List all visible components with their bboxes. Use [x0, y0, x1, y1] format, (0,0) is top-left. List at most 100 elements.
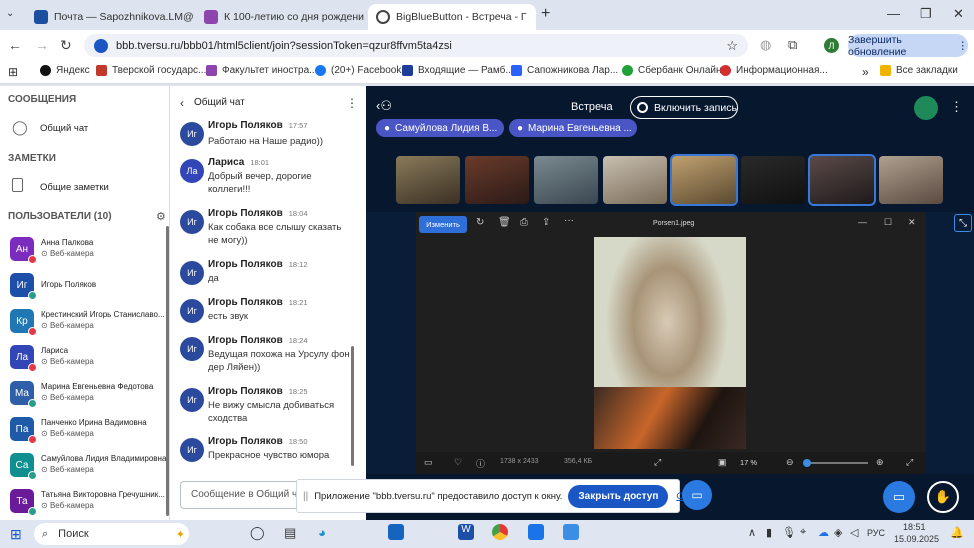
bookmark-info[interactable]: Информационная...: [720, 65, 828, 76]
raise-hand-button[interactable]: ✋: [927, 481, 959, 513]
restore-icon[interactable]: ❐: [920, 6, 932, 22]
delete-icon[interactable]: 🗑: [498, 217, 511, 228]
bookmark-rambler[interactable]: Входящие — Рамб...: [402, 65, 514, 76]
taskbar-search[interactable]: ⌕ Поиск ✦: [34, 523, 189, 545]
bookmark-faculty[interactable]: Факультет иностра...: [206, 65, 317, 76]
translate-icon[interactable]: ◍: [760, 37, 771, 53]
word-icon[interactable]: W: [458, 524, 474, 540]
chevron-left-icon[interactable]: ‹: [180, 96, 184, 110]
webcam-tile[interactable]: [879, 156, 943, 204]
drag-handle-icon[interactable]: ||: [303, 491, 308, 502]
tab-search-icon[interactable]: ⌄: [6, 8, 22, 22]
shared-notes-link[interactable]: Общие заметки: [40, 182, 109, 193]
back-icon[interactable]: ←: [8, 37, 22, 53]
clock-date[interactable]: 15.09.2025: [894, 534, 939, 544]
more-icon[interactable]: ···: [564, 215, 574, 226]
user-list-toggle-icon[interactable]: ‹⚇: [376, 98, 392, 114]
tray-chevron-icon[interactable]: ∧: [748, 526, 756, 539]
chat-scrollbar[interactable]: [351, 346, 354, 466]
tab-anniversary[interactable]: К 100-летию со дня рождени ✕: [196, 4, 364, 30]
sidebar-scrollbar[interactable]: [166, 226, 169, 516]
tab-mail[interactable]: Почта — Sapozhnikova.LM@t ✕: [26, 4, 194, 30]
options-menu-icon[interactable]: ⋮: [950, 99, 963, 115]
screenshare-fullscreen-icon[interactable]: ⤡: [954, 214, 972, 232]
webcam-tile[interactable]: [465, 156, 529, 204]
notifications-icon[interactable]: 🔔: [950, 526, 964, 539]
close-icon[interactable]: ✕: [531, 9, 536, 25]
clock-time[interactable]: 18:51: [903, 522, 926, 532]
zoom-slider[interactable]: [803, 459, 868, 467]
minimize-icon[interactable]: —: [887, 6, 900, 21]
share-screen-button[interactable]: ▭: [883, 481, 915, 513]
fullscreen-icon[interactable]: ⤢: [906, 457, 913, 468]
record-button[interactable]: Включить запись: [630, 96, 738, 119]
network-icon[interactable]: ◈: [834, 526, 842, 539]
user-item[interactable]: Ла Лариса ⊙ Веб-камера: [10, 342, 165, 372]
windows-start-icon[interactable]: ⊞: [10, 526, 22, 543]
address-bar[interactable]: bbb.tversu.ru/bbb01/html5client/join?ses…: [84, 34, 748, 57]
outlook-icon[interactable]: [388, 524, 404, 540]
webcam-tile[interactable]: [603, 156, 667, 204]
filmstrip-icon[interactable]: ▭: [424, 457, 433, 468]
zoom-level[interactable]: 17 %: [740, 458, 757, 467]
slideshow-icon[interactable]: ▣: [718, 457, 727, 468]
window-close-icon[interactable]: ✕: [953, 6, 964, 22]
input-language[interactable]: РУС: [867, 528, 885, 538]
share-icon[interactable]: ⇪: [542, 217, 550, 228]
profile-avatar[interactable]: Л: [824, 38, 839, 53]
user-item[interactable]: Ма Марина Евгеньевна Федотова ⊙ Веб-каме…: [10, 378, 165, 408]
update-button[interactable]: Завершить обновление ⋮: [848, 34, 968, 58]
extensions-icon[interactable]: ⧉: [788, 37, 797, 53]
onedrive-icon[interactable]: ☁: [818, 526, 829, 539]
fit-icon[interactable]: ⤢: [654, 457, 661, 468]
zoom-in-icon[interactable]: ⊕: [876, 457, 884, 468]
bookmark-sapozhnikova[interactable]: Сапожникова Лар...: [511, 65, 618, 76]
print-icon[interactable]: ⎙: [520, 217, 528, 228]
reload-icon[interactable]: ↻: [60, 37, 72, 54]
info-icon[interactable]: ⓘ: [476, 457, 485, 470]
apps-grid-icon[interactable]: ⊞: [8, 65, 18, 79]
mic-in-use-icon[interactable]: 🎙: [782, 526, 796, 539]
webcam-tile[interactable]: [808, 154, 876, 206]
close-icon[interactable]: ✕: [908, 217, 916, 228]
user-item[interactable]: Ан Анна Палкова ⊙ Веб-камера: [10, 234, 165, 264]
user-item[interactable]: Па Панченко Ирина Вадимовна ⊙ Веб-камера: [10, 414, 165, 444]
user-item[interactable]: Та Татьяна Викторовна Гречушник... ⊙ Веб…: [10, 486, 165, 516]
rotate-icon[interactable]: ↻: [476, 217, 484, 228]
site-info-icon[interactable]: [94, 38, 108, 53]
file-explorer-icon[interactable]: ▤: [284, 525, 296, 541]
bookmark-tversu[interactable]: Тверской государс...: [96, 65, 206, 76]
volume-icon[interactable]: ◁: [850, 526, 858, 539]
new-tab-button[interactable]: +: [541, 5, 550, 23]
webcam-tile[interactable]: [670, 154, 738, 206]
bookmark-sberbank[interactable]: Сбербанк Онлайн: [622, 65, 722, 76]
all-bookmarks[interactable]: Все закладки: [880, 65, 958, 76]
user-item[interactable]: Кр Крестинский Игорь Станиславо... ⊙ Веб…: [10, 306, 165, 336]
user-settings-gear-icon[interactable]: ⚙: [156, 210, 166, 223]
webcam-tile[interactable]: [534, 156, 598, 204]
user-item[interactable]: Иг Игорь Поляков: [10, 270, 165, 300]
favorite-heart-icon[interactable]: ♡: [454, 457, 462, 468]
chat-options-icon[interactable]: ⋮: [346, 96, 358, 110]
webcam-tile[interactable]: [741, 156, 805, 204]
app-icon[interactable]: [563, 524, 579, 540]
public-chat-link[interactable]: Общий чат: [40, 123, 88, 134]
zoom-slider-thumb[interactable]: [803, 459, 811, 467]
talking-indicator[interactable]: ● Марина Евгеньевна ...: [509, 119, 637, 137]
app-icon[interactable]: [528, 524, 544, 540]
stop-sharing-button[interactable]: Закрыть доступ: [568, 484, 669, 508]
tab-bigbluebutton[interactable]: BigBlueButton - Встреча - Г ✕: [368, 4, 536, 30]
edit-button[interactable]: Изменить: [419, 216, 467, 233]
location-icon[interactable]: ⌖: [800, 526, 806, 539]
bookmark-facebook[interactable]: (20+) Facebook: [315, 65, 401, 76]
zoom-out-icon[interactable]: ⊖: [786, 457, 794, 468]
presentation-button[interactable]: ▭: [682, 480, 712, 510]
bookmark-star-icon[interactable]: ☆: [726, 38, 738, 54]
task-view-icon[interactable]: ◯: [250, 525, 265, 541]
connection-status-icon[interactable]: [914, 96, 938, 120]
camera-in-use-icon[interactable]: ▮: [766, 526, 772, 539]
minimize-icon[interactable]: —: [858, 217, 867, 227]
webcam-tile[interactable]: [396, 156, 460, 204]
edge-icon[interactable]: ◕: [318, 525, 326, 540]
talking-indicator[interactable]: ● Самуйлова Лидия В...: [376, 119, 504, 137]
